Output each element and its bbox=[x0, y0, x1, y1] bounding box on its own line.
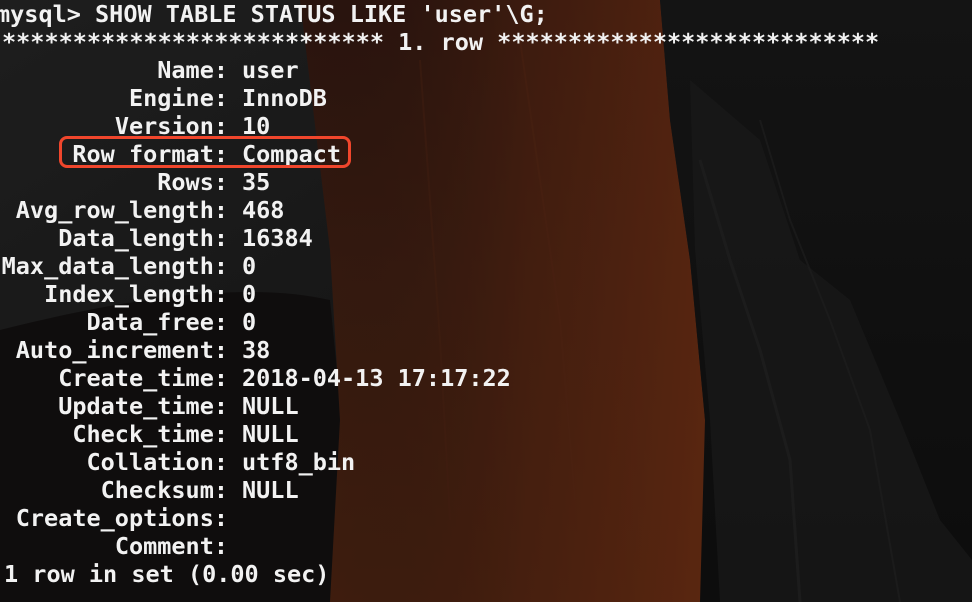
command-line: mysql> SHOW TABLE STATUS LIKE 'user'\G; bbox=[0, 0, 548, 28]
field-label: Rows: bbox=[157, 168, 228, 196]
field-value: 35 bbox=[242, 168, 271, 196]
field-label: Name: bbox=[157, 56, 228, 84]
field-value: NULL bbox=[242, 392, 299, 420]
field-label: Max_data_length: bbox=[1, 252, 228, 280]
field-label: Auto_increment: bbox=[15, 336, 228, 364]
field-label: Engine: bbox=[128, 84, 228, 112]
field-label: Data_length: bbox=[58, 224, 228, 252]
field-label: Avg_row_length: bbox=[15, 196, 228, 224]
field-value: 2018-04-13 17:17:22 bbox=[242, 364, 511, 392]
result-summary: 1 row in set (0.00 sec) bbox=[4, 560, 330, 588]
field-value: 38 bbox=[242, 336, 271, 364]
field-value: 0 bbox=[242, 308, 257, 336]
field-value: user bbox=[242, 56, 299, 84]
field-label: Create_options: bbox=[15, 504, 228, 532]
terminal-window[interactable]: mysql> SHOW TABLE STATUS LIKE 'user'\G; … bbox=[0, 0, 972, 602]
field-label: Checksum: bbox=[100, 476, 228, 504]
field-label: Create_time: bbox=[58, 364, 228, 392]
field-label: Comment: bbox=[114, 532, 228, 560]
row-format-highlight-annotation bbox=[59, 136, 351, 168]
field-value: InnoDB bbox=[242, 84, 327, 112]
field-value: 468 bbox=[242, 196, 285, 224]
field-value: NULL bbox=[242, 476, 299, 504]
field-label: Collation: bbox=[86, 448, 228, 476]
field-label: Index_length: bbox=[44, 280, 228, 308]
field-label: Data_free: bbox=[86, 308, 228, 336]
field-value: NULL bbox=[242, 420, 299, 448]
field-label: Check_time: bbox=[72, 420, 228, 448]
field-value: 16384 bbox=[242, 224, 313, 252]
field-label: Update_time: bbox=[58, 392, 228, 420]
row-separator-header: *************************** 1. row *****… bbox=[2, 28, 880, 56]
field-value: 0 bbox=[242, 252, 257, 280]
field-value: utf8_bin bbox=[242, 448, 356, 476]
field-value: 0 bbox=[242, 280, 257, 308]
